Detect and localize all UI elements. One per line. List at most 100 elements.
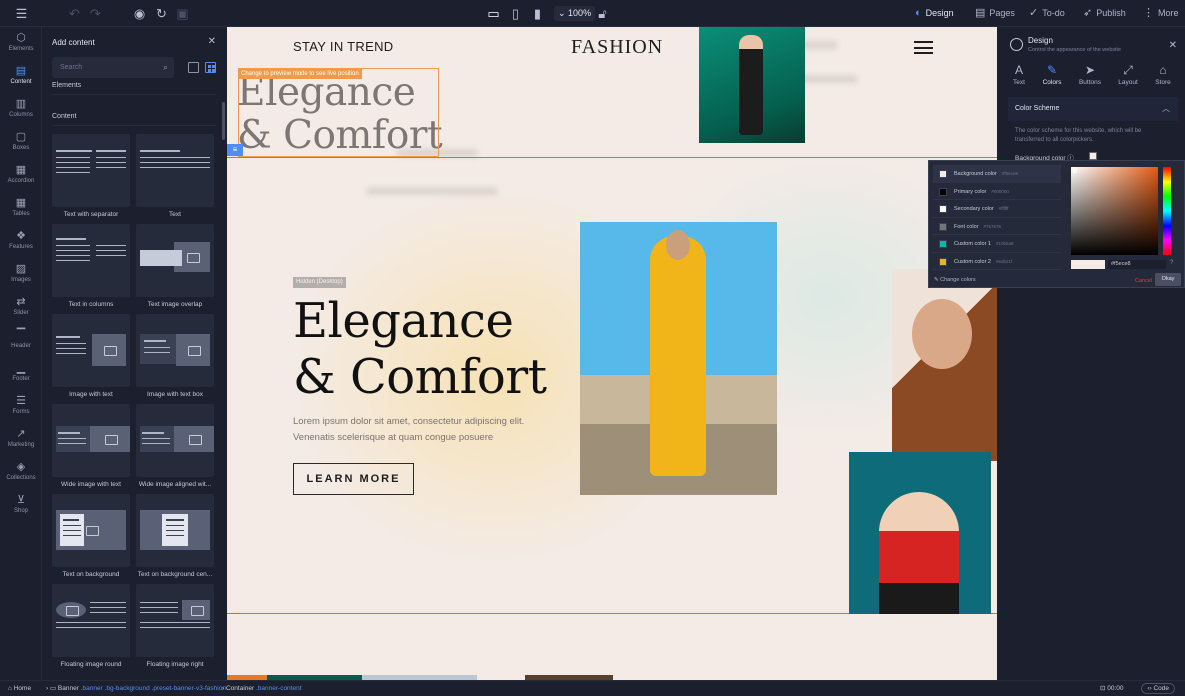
model-photo-teal[interactable] [849, 452, 991, 614]
learn-more-button[interactable]: LEARN MORE [293, 463, 414, 495]
model-photo-yellow[interactable] [580, 222, 777, 495]
rail-item-marketing[interactable]: ↗ Marketing [0, 428, 42, 448]
cart-icon: ⊻ [16, 494, 26, 506]
content-card-text-image-overlap[interactable] [136, 224, 214, 297]
color-scheme-section[interactable]: Color Scheme ︿ [1008, 97, 1178, 121]
swatch-row[interactable]: Font color #757575 [933, 218, 1061, 235]
tab-store[interactable]: ⌂ Store [1145, 63, 1181, 86]
rail-label: Features [9, 244, 33, 250]
refresh-icon[interactable]: ↻ [153, 5, 170, 22]
mobile-view-icon[interactable]: ▮ [529, 5, 546, 22]
rail-item-content[interactable]: ▤ Content [0, 65, 42, 85]
save-icon[interactable]: ▣ [174, 5, 191, 22]
breadcrumb-container[interactable]: › Container .banner-content [222, 681, 302, 696]
rail-label: Footer [12, 376, 30, 382]
content-card-text-on-background[interactable] [52, 494, 130, 567]
cancel-button[interactable]: Cancel [1135, 275, 1152, 287]
swatch-row[interactable]: Custom color 1 #10b5a6 [933, 235, 1061, 253]
content-card-floating-image-round[interactable] [52, 584, 130, 657]
rail-item-accordion[interactable]: ▦ Accordion [0, 164, 42, 184]
tab-text[interactable]: A Text [1001, 63, 1037, 86]
content-card-text-in-columns[interactable] [52, 224, 130, 297]
nav-tagline[interactable]: STAY IN TREND [293, 39, 393, 54]
todo-button[interactable]: ✓ To-do [1029, 0, 1065, 27]
content-card-text-on-background-centered[interactable] [136, 494, 214, 567]
design-button[interactable]: ◐ Design [915, 0, 954, 27]
tab-buttons[interactable]: ➤ Buttons [1072, 63, 1108, 86]
panel-scrollbar[interactable] [222, 102, 225, 140]
hex-input[interactable]: #f5ece8 [1108, 260, 1166, 269]
site-logo[interactable]: FASHION [571, 36, 663, 59]
header-icon: ▔ [16, 329, 26, 341]
publish-button[interactable]: ➶ Publish [1083, 0, 1126, 27]
content-card-image-with-text[interactable] [52, 314, 130, 387]
rail-item-images[interactable]: ▨ Images [0, 263, 42, 283]
picker-handle[interactable] [1073, 169, 1077, 173]
columns-icon: ▥ [15, 98, 27, 110]
more-button[interactable]: ⋮ More [1143, 0, 1179, 27]
rail-item-header[interactable]: ▔ Header [0, 329, 42, 349]
swatch-row[interactable]: Primary color #000000 [933, 183, 1061, 200]
okay-button[interactable]: Okay [1155, 273, 1181, 286]
content-card-text[interactable] [136, 134, 214, 207]
help-icon[interactable]: ? [1170, 260, 1173, 266]
swatch-row[interactable]: Custom color 2 #edb21f [933, 253, 1061, 270]
breadcrumb-banner[interactable]: › ▭ Banner .banner .bg-background .prese… [46, 681, 226, 696]
rail-item-shop[interactable]: ⊻ Shop [0, 494, 42, 514]
rail-item-elements[interactable]: ⬡ Elements [0, 32, 42, 52]
site-canvas[interactable]: STAY IN TREND FASHION Elegance & Comfort … [227, 27, 997, 680]
code-button[interactable]: ‹› Code [1141, 683, 1175, 694]
content-card-wide-image-aligned[interactable] [136, 404, 214, 477]
hero-paragraph[interactable]: Lorem ipsum dolor sit amet, consectetur … [293, 414, 553, 446]
background-color-swatch[interactable] [1089, 152, 1097, 160]
model-photo-green[interactable] [699, 27, 805, 143]
swatch-row[interactable]: Secondary color #ffffff [933, 200, 1061, 218]
rail-item-columns[interactable]: ▥ Columns [0, 98, 42, 118]
redo-icon[interactable]: ↷ [87, 5, 104, 22]
desktop-view-icon[interactable]: ▭ [485, 5, 502, 22]
content-card-wide-image-with-text[interactable] [52, 404, 130, 477]
store-icon: ⌂ [1159, 63, 1167, 77]
content-card-image-with-text-box[interactable] [136, 314, 214, 387]
resize-icon: ⤢ [1123, 63, 1133, 77]
slider-icon: ⇄ [16, 296, 26, 308]
pages-button[interactable]: ▤ Pages [975, 0, 1015, 27]
hue-slider[interactable] [1163, 167, 1171, 255]
tablet-view-icon[interactable]: ▯ [507, 5, 524, 22]
tab-colors[interactable]: ✎ Colors [1034, 63, 1070, 86]
list-view-icon[interactable] [188, 62, 199, 73]
content-card-text-with-separator[interactable] [52, 134, 130, 207]
box-icon: ▢ [15, 131, 27, 143]
rail-item-slider[interactable]: ⇄ Slider [0, 296, 42, 316]
swatch-chip [939, 222, 947, 231]
saturation-value-area[interactable] [1071, 167, 1158, 255]
menu-icon[interactable]: ☰ [13, 5, 30, 22]
rail-item-features[interactable]: ❖ Features [0, 230, 42, 250]
add-content-panel: Add content ✕ Search ⌕ Elements Content T… [42, 27, 226, 680]
breadcrumb-home[interactable]: ⌂ Home [8, 681, 31, 696]
rail-item-tables[interactable]: ▦ Tables [0, 197, 42, 217]
section-handle-icon[interactable]: ≡ [227, 144, 243, 156]
hero-heading[interactable]: Elegance & Comfort [293, 293, 547, 405]
tab-layout[interactable]: ⤢ Layout [1110, 63, 1146, 86]
swatch-name: Custom color 1 #10b5a6 [954, 235, 1014, 254]
close-icon[interactable]: ✕ [1169, 40, 1177, 51]
card-label: Text [169, 211, 181, 218]
rail-item-collections[interactable]: ◈ Collections [0, 461, 42, 481]
lock-icon[interactable]: 🔓︎ [594, 5, 611, 22]
preview-eye-icon[interactable]: ◉ [131, 5, 148, 22]
search-input[interactable]: Search ⌕ [52, 57, 174, 78]
todo-label: To-do [1042, 8, 1065, 18]
rail-item-footer[interactable]: ▁ Footer [0, 362, 42, 382]
undo-icon[interactable]: ↶ [66, 5, 83, 22]
change-colors-link[interactable]: ✎ Change colors [934, 277, 976, 283]
hamburger-menu-icon[interactable] [914, 41, 933, 54]
rail-item-boxes[interactable]: ▢ Boxes [0, 131, 42, 151]
model-photo-brown[interactable] [892, 269, 997, 461]
grid-view-icon[interactable] [205, 62, 216, 73]
zoom-select[interactable]: ⌄ 100% [554, 6, 596, 21]
rail-item-forms[interactable]: ☰ Forms [0, 395, 42, 415]
close-icon[interactable]: ✕ [208, 36, 216, 47]
swatch-row[interactable]: Background color #f5ece8 [933, 165, 1061, 183]
content-card-floating-image-right[interactable] [136, 584, 214, 657]
